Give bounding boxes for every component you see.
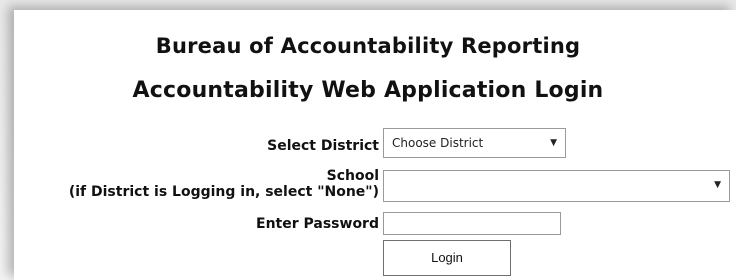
page-subtitle: Accountability Web Application Login <box>132 78 604 103</box>
district-select-value: Choose District <box>392 136 484 150</box>
password-input[interactable] <box>383 212 561 235</box>
district-label: Select District <box>267 138 379 154</box>
page-title: Bureau of Accountability Reporting <box>155 34 581 58</box>
chevron-down-icon: ▼ <box>714 180 721 190</box>
chevron-down-icon: ▼ <box>550 138 557 148</box>
school-select[interactable]: ▼ <box>383 170 730 202</box>
district-select[interactable]: Choose District ▼ <box>383 128 566 158</box>
school-sublabel: (if District is Logging in, select "None… <box>68 184 379 200</box>
login-button[interactable]: Login <box>383 240 511 276</box>
school-label: School <box>326 168 379 184</box>
password-label: Enter Password <box>256 216 379 232</box>
